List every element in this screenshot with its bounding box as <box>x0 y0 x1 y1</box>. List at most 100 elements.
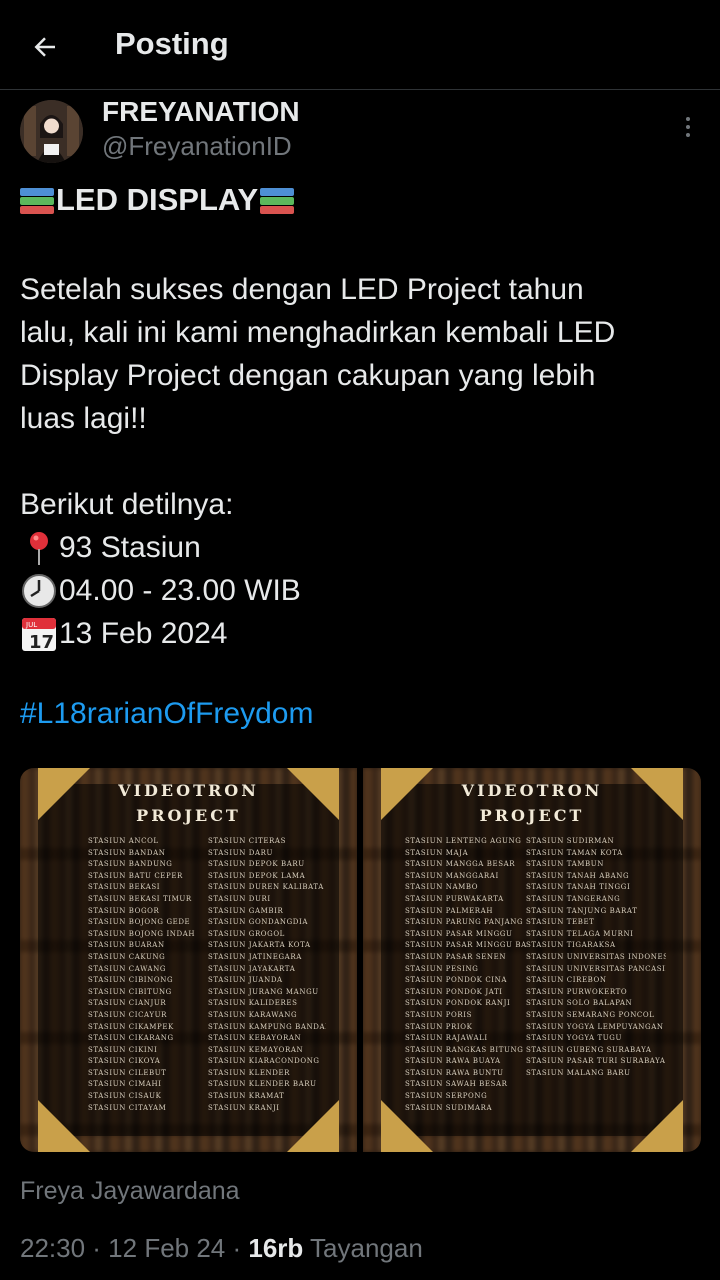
station-name: Stasiun Poris <box>405 1010 473 1019</box>
avatar[interactable] <box>20 100 83 163</box>
station-list-col1: Stasiun Lenteng Agung Stasiun Maja Stasiun… <box>405 836 527 1114</box>
gold-corner <box>38 1100 90 1152</box>
station-name: Stasiun Tanah Abang <box>526 871 630 880</box>
station-name: Stasiun Tambun <box>526 860 605 869</box>
post-headline: LED DISPLAY <box>18 182 296 218</box>
station-name: Stasiun Palmerah <box>405 906 494 915</box>
station-name: Stasiun Purwakarta <box>405 894 504 903</box>
station-name: Stasiun Rawa Buaya <box>405 1057 501 1066</box>
author-name[interactable]: FREYANATION <box>102 96 300 128</box>
more-dot-icon <box>686 125 690 129</box>
station-name: Stasiun Taman Kota <box>526 848 623 857</box>
station-name: Stasiun Manggarai <box>405 871 499 880</box>
calendar-day: 17 <box>29 632 54 653</box>
station-name: Stasiun Pasar Minggu Baru <box>405 941 527 950</box>
post-body: Setelah sukses dengan LED Project tahun … <box>20 268 700 655</box>
station-name: Stasiun Mangga Besar <box>405 860 516 869</box>
hours-line: 04.00 - 23.00 WIB <box>20 569 700 612</box>
station-name: Stasiun Batu Ceper <box>88 871 183 880</box>
station-name: Stasiun Duren Kalibata <box>208 883 324 892</box>
more-options-button[interactable] <box>676 112 700 142</box>
station-name: Stasiun Tanah Tinggi <box>526 883 631 892</box>
station-name: Stasiun Rangkas Bitung <box>405 1045 524 1054</box>
station-name: Stasiun Cicayur <box>88 1010 167 1019</box>
station-name: Stasiun Cikarang <box>88 1034 174 1043</box>
station-name: Stasiun Rawa Buntu <box>405 1068 504 1077</box>
station-name: Stasiun Kebayoran <box>208 1034 302 1043</box>
post-timestamp[interactable]: 22:30 · 12 Feb 24 · <box>20 1233 248 1263</box>
station-name: Stasiun Jurang Mangu <box>208 987 319 996</box>
top-bar: Posting <box>0 0 720 90</box>
books-emoji-icon <box>258 184 296 216</box>
stations-text: 93 Stasiun <box>59 530 201 564</box>
station-name: Stasiun Daru <box>208 848 273 857</box>
station-name: Stasiun Cilebut <box>88 1068 167 1077</box>
station-name: Stasiun Solo Balapan <box>526 999 633 1008</box>
back-button[interactable] <box>22 24 68 70</box>
station-name: Stasiun Tebet <box>526 918 595 927</box>
station-name: Stasiun Nambo <box>405 883 479 892</box>
media-image-right[interactable]: VIDEOTRON PROJECT Stasiun Lenteng Agung S… <box>363 768 701 1152</box>
station-name: Stasiun Duri <box>208 894 271 903</box>
gold-corner <box>631 1100 683 1152</box>
station-name: Stasiun Maja <box>405 848 469 857</box>
station-name: Stasiun Universitas Indonesia <box>526 952 666 961</box>
media-image-left[interactable]: VIDEOTRON PROJECT Stasiun Ancol Stasiun B… <box>20 768 357 1152</box>
station-name: Stasiun Gambir <box>208 906 284 915</box>
station-name: Stasiun Ancol <box>88 837 159 845</box>
body-line: lalu, kali ini kami menghadirkan kembali… <box>20 315 616 349</box>
station-name: Stasiun Bandan <box>88 848 166 857</box>
poster-title-line1: VIDEOTRON <box>461 781 603 800</box>
station-name: Stasiun Bojong Gede <box>88 918 191 927</box>
hashtag-link[interactable]: #L18rarianOfFreydom <box>20 697 313 731</box>
station-name: Stasiun Parung Panjang <box>405 918 524 927</box>
station-name: Stasiun Priok <box>405 1022 473 1031</box>
station-list-col1: Stasiun Ancol Stasiun Bandan Stasiun Bandu… <box>88 836 206 1114</box>
station-name: Stasiun Bandung <box>88 860 173 869</box>
books-emoji-icon <box>18 184 56 216</box>
station-name: Stasiun Tigaraksa <box>526 941 616 950</box>
pin-icon <box>30 531 48 565</box>
station-name: Stasiun Juanda <box>208 976 283 985</box>
poster-title: VIDEOTRON PROJECT <box>20 778 357 828</box>
author-handle[interactable]: @FreyanationID <box>102 131 292 162</box>
station-name: Stasiun Gondangdia <box>208 918 309 927</box>
station-name: Stasiun Kampung Bandan <box>208 1022 326 1031</box>
station-name: Stasiun Cikini <box>88 1045 158 1054</box>
headline-text: LED DISPLAY <box>56 182 259 217</box>
station-name: Stasiun Bekasi Timur <box>88 894 192 903</box>
post-meta: 22:30 · 12 Feb 24 · 16rb Tayangan <box>20 1233 423 1264</box>
image-caption-author[interactable]: Freya Jayawardana <box>20 1177 240 1206</box>
station-name: Stasiun Pondok Cina <box>405 976 508 985</box>
station-name: Stasiun Cimahi <box>88 1080 162 1089</box>
calendar-icon: JUL 17 <box>22 617 56 653</box>
views-label: Tayangan <box>303 1233 423 1263</box>
clock-icon <box>22 573 56 608</box>
station-name: Stasiun Klender Baru <box>208 1080 317 1089</box>
view-count: 16rb <box>248 1233 304 1263</box>
station-name: Stasiun Telaga Murni <box>526 929 634 938</box>
station-name: Stasiun Bekasi <box>88 883 161 892</box>
body-line: luas lagi!! <box>20 401 147 435</box>
station-name: Stasiun Pesing <box>405 964 479 973</box>
station-name: Stasiun Jayakarta <box>208 964 296 973</box>
station-name: Stasiun Karawang <box>208 1010 298 1019</box>
station-name: Stasiun Pasar Senen <box>405 952 507 961</box>
station-name: Stasiun Citayam <box>88 1103 167 1112</box>
station-name: Stasiun Cirebon <box>526 976 607 985</box>
station-name: Stasiun Kranji <box>208 1103 280 1112</box>
poster-title-line1: VIDEOTRON <box>118 781 259 800</box>
station-name: Stasiun Lenteng Agung <box>405 837 522 845</box>
station-name: Stasiun Grogol <box>208 929 285 938</box>
station-name: Stasiun Bojong Indah <box>88 929 196 938</box>
stations-line: 93 Stasiun <box>20 526 700 569</box>
station-list-col2: Stasiun Citeras Stasiun Daru Stasiun Depok… <box>208 836 326 1114</box>
station-name: Stasiun Pondok Ranji <box>405 999 511 1008</box>
station-name: Stasiun Cisauk <box>88 1092 162 1101</box>
more-dot-icon <box>686 133 690 137</box>
station-name: Stasiun Jatinegara <box>208 952 302 961</box>
station-name: Stasiun Citeras <box>208 837 286 845</box>
arrow-left-icon <box>34 37 55 57</box>
station-name: Stasiun Depok Baru <box>208 860 305 869</box>
